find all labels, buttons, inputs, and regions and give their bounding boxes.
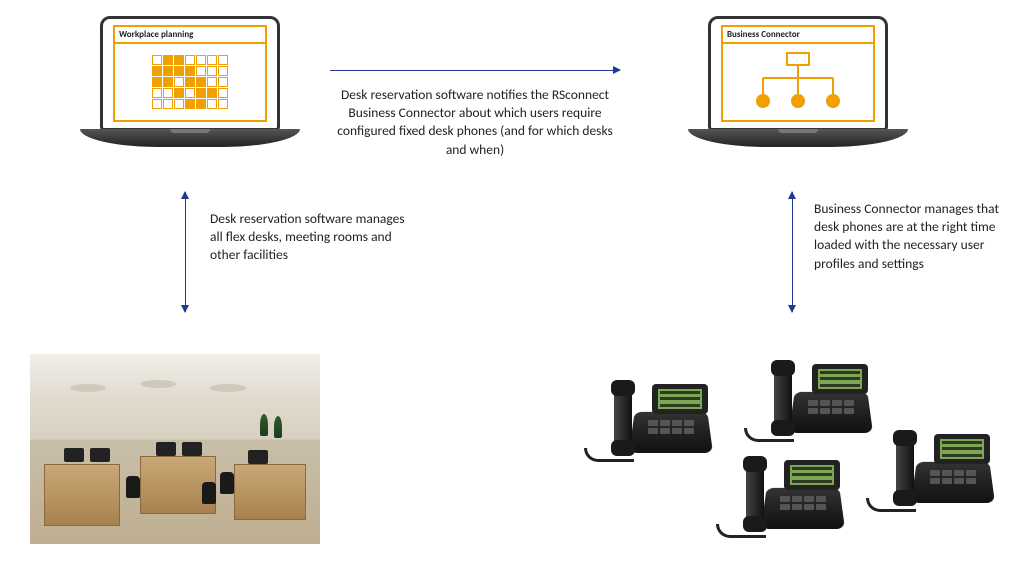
caption-left: Desk reservation software manages all fl… [210, 210, 405, 265]
desk-phone-icon [610, 378, 720, 468]
desk-phone-icon [892, 428, 1002, 518]
caption-top: Desk reservation software notifies the R… [336, 86, 614, 159]
laptop-screen-left: Workplace planning [100, 16, 280, 131]
desk-phone-icon [742, 454, 852, 544]
laptop-base-right [688, 129, 908, 147]
org-chart-icon [748, 52, 848, 112]
caption-right: Business Connector manages that desk pho… [814, 200, 1009, 273]
laptop-business-connector: Business Connector [688, 16, 908, 166]
screen-body-left [113, 42, 267, 122]
laptop-workplace-planning: Workplace planning [80, 16, 300, 166]
calendar-icon [152, 55, 228, 109]
laptop-screen-right: Business Connector [708, 16, 888, 131]
screen-body-right [721, 42, 875, 122]
laptop-base-left [80, 129, 300, 147]
office-image [30, 354, 320, 544]
arrow-left-icon [185, 192, 186, 312]
screen-title-left: Workplace planning [113, 25, 267, 42]
arrow-top-icon [330, 70, 620, 71]
screen-title-right: Business Connector [721, 25, 875, 42]
desk-phone-icon [770, 358, 880, 448]
arrow-right-icon [792, 192, 793, 312]
